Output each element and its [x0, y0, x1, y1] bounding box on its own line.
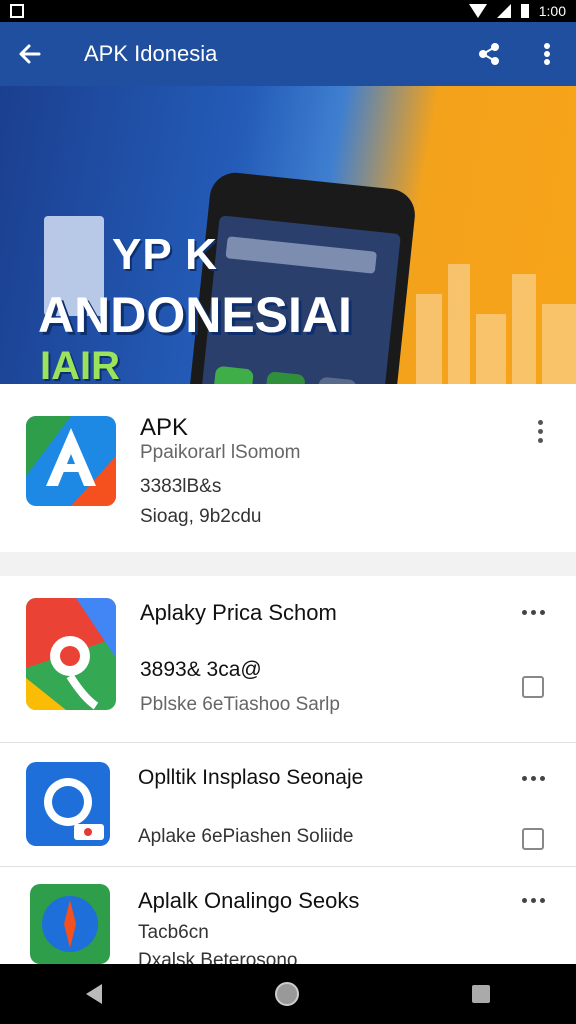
featured-app-card[interactable]: APK Ppaikorarl lSomom 3383lB&s Sioag, 9b…: [0, 384, 576, 552]
battery-icon: [520, 4, 529, 18]
item-checkbox[interactable]: [522, 676, 544, 698]
featured-app-name: APK: [140, 414, 189, 441]
app-bar: APK Idonesia: [0, 22, 576, 86]
status-bar: 1:00: [0, 0, 576, 22]
app-name: Oplltik Insplaso Seonaje: [138, 766, 364, 789]
hero-line-3: IAIR: [40, 344, 120, 384]
item-more-button[interactable]: [522, 898, 545, 903]
list-divider: [0, 742, 576, 743]
item-more-button[interactable]: [522, 776, 545, 781]
list-divider: [0, 866, 576, 867]
system-nav-bar: [0, 964, 576, 1024]
featured-app-meta: Sioag, 9b2cdu: [140, 506, 262, 527]
item-checkbox[interactable]: [522, 828, 544, 850]
nav-back-icon[interactable]: [86, 984, 103, 1004]
featured-app-developer: Ppaikorarl lSomom: [140, 442, 301, 463]
hero-banner: YP K ANDONESIAI IAIR: [0, 86, 576, 384]
app-name: Aplaky Prica Schom: [140, 600, 337, 625]
featured-app-size: 3383lB&s: [140, 476, 222, 497]
wifi-icon: [468, 4, 487, 18]
signal-icon: [496, 4, 511, 18]
arrow-left-icon: [19, 44, 41, 64]
compass-app-icon: [30, 884, 110, 964]
city-skyline-illustration: [416, 264, 576, 384]
app-list: Aplaky Prica Schom 3893& 3ca@ Pblske 6eT…: [0, 576, 576, 971]
status-time: 1:00: [538, 3, 566, 19]
overflow-menu-button[interactable]: [518, 22, 576, 86]
apk-app-icon: [26, 416, 116, 506]
page-title: APK Idonesia: [84, 41, 218, 66]
featured-more-button[interactable]: [536, 420, 544, 443]
nav-home-icon[interactable]: [274, 982, 299, 1006]
maps-app-icon: [26, 598, 116, 710]
nav-recents-icon[interactable]: [471, 985, 490, 1003]
back-button[interactable]: [0, 22, 60, 86]
app-subtitle: Pblske 6eTiashoo Sarlp: [140, 694, 340, 715]
app-subtitle: Aplake 6ePiashen Soliide: [138, 826, 354, 847]
item-more-button[interactable]: [522, 610, 545, 615]
app-subtitle: Tacb6cn: [138, 922, 209, 943]
share-icon: [479, 43, 499, 65]
app-name: Aplalk Onalingo Seoks: [138, 888, 360, 913]
more-vert-icon: [544, 43, 550, 65]
notification-icon: [10, 4, 24, 18]
hero-line-1: YP K: [112, 230, 218, 279]
chat-app-icon: [26, 762, 110, 846]
app-stat: 3893& 3ca@: [140, 658, 262, 681]
hero-line-2: ANDONESIAI: [38, 287, 352, 343]
share-button[interactable]: [460, 22, 518, 86]
